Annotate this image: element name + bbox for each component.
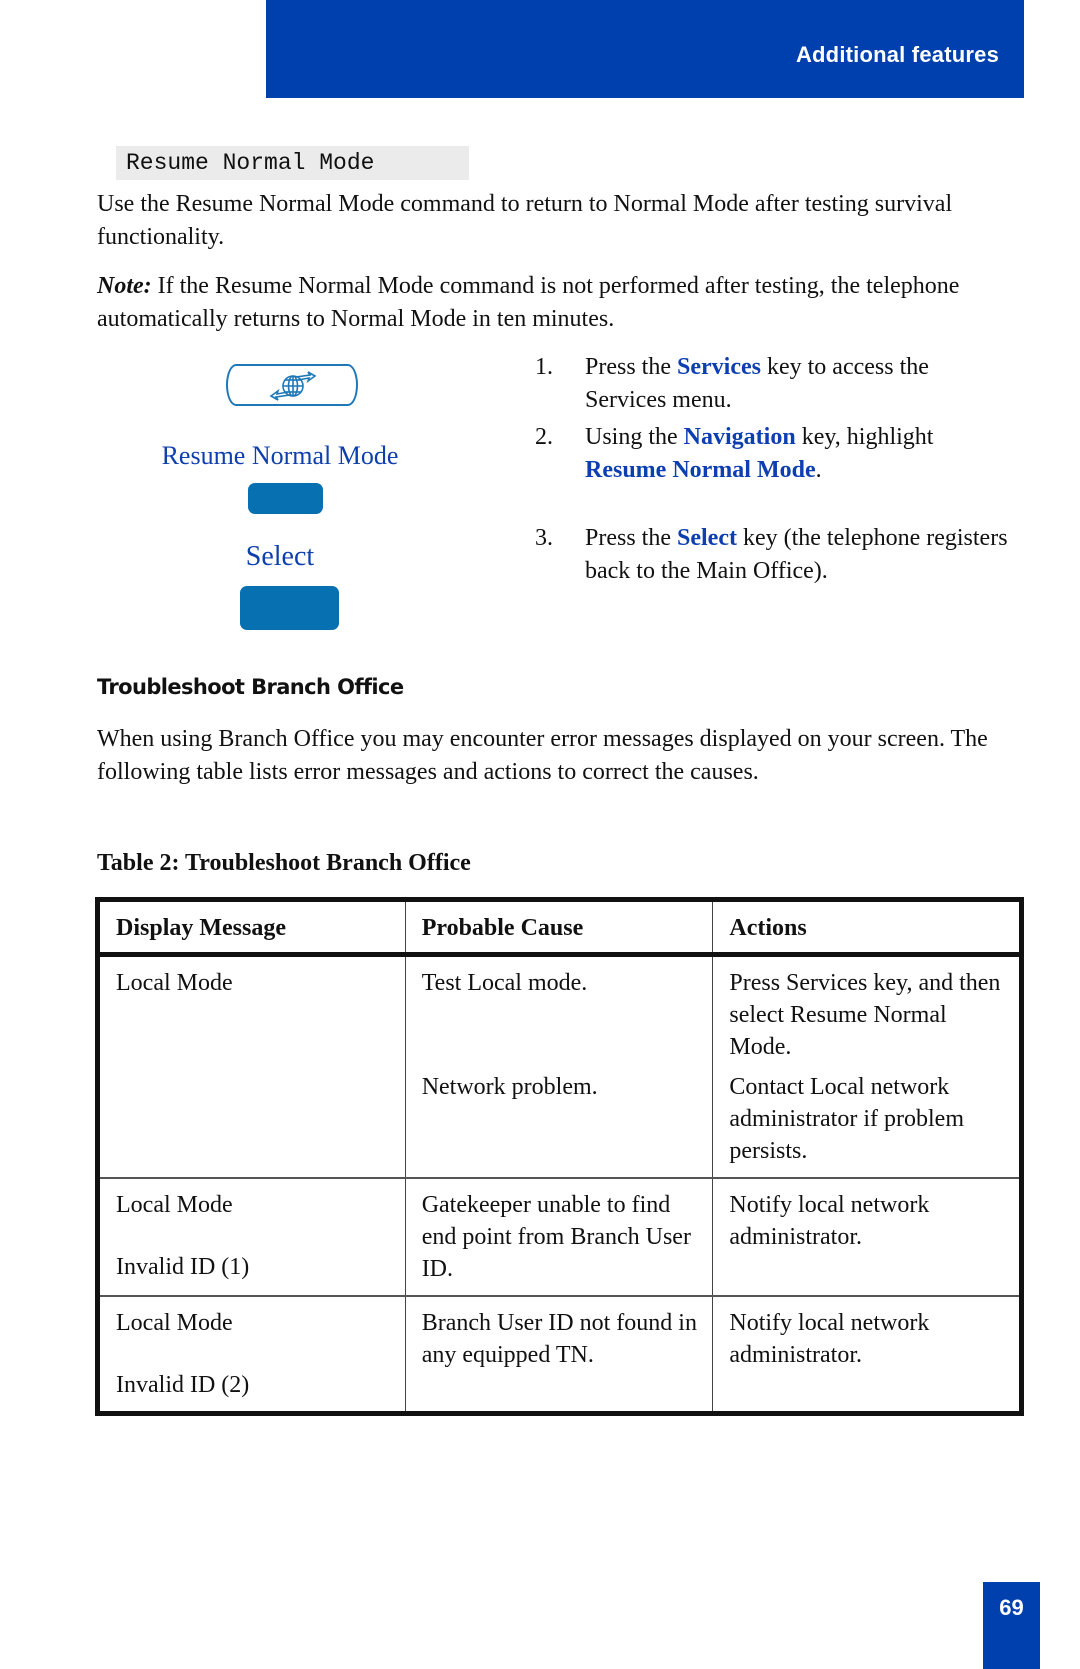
probable-cause: Network problem. [421, 1074, 598, 1100]
display-message: Local Mode [116, 1310, 233, 1336]
command-label: Resume Normal Mode [126, 150, 375, 176]
intro-paragraph: Use the Resume Normal Mode command to re… [97, 191, 953, 250]
command-label-box: Resume Normal Mode [116, 146, 469, 180]
step-text: . [815, 457, 822, 483]
action: Contact Local network administrator if p… [729, 1074, 964, 1164]
step-text: key, highlight [795, 424, 934, 450]
action: Press Services key, and then select Resu… [729, 970, 1001, 1060]
probable-cause-cell: Test Local mode. Network problem. [405, 954, 714, 1179]
column-header: Actions [712, 899, 1022, 957]
display-message-cell: Local Mode Invalid ID (1) [97, 1178, 406, 1297]
troubleshoot-table: Display Message Probable Cause Actions L… [95, 897, 1024, 1416]
section-title: Additional features [795, 42, 999, 67]
services-key-ref: Services [677, 354, 761, 380]
display-message: Local Mode [116, 970, 233, 996]
softkey-resume-normal-mode[interactable] [248, 483, 323, 514]
actions-cell: Notify local network administrator. [712, 1178, 1022, 1297]
resume-normal-mode-ref: Resume Normal Mode [585, 457, 816, 483]
step-text: Press the [585, 354, 677, 380]
note-text: If the Resume Normal Mode command is not… [97, 273, 960, 332]
step-item: 3. Press the Select key (the telephone r… [535, 522, 1015, 588]
steps-list: 1. Press the Services key to access the … [535, 351, 1015, 588]
table-row: Local Mode Test Local mode. Network prob… [97, 954, 1022, 1179]
section-heading: Troubleshoot Branch Office [97, 675, 404, 699]
table-row: Local Mode Invalid ID (2) Branch User ID… [97, 1296, 1022, 1414]
probable-cause: Branch User ID not found in any equipped… [421, 1310, 697, 1368]
softkey-label-select: Select [245, 541, 315, 572]
column-header: Display Message [97, 899, 406, 957]
step-text: Using the [585, 424, 684, 450]
navigation-key-ref: Navigation [683, 424, 796, 450]
header-bar: Additional features [266, 0, 1024, 98]
probable-cause: Gatekeeper unable to find end point from… [421, 1192, 691, 1282]
column-header: Probable Cause [405, 899, 714, 957]
display-message: Local Mode [116, 1192, 233, 1218]
action: Notify local network administrator. [729, 1192, 930, 1250]
step-number: 2. [535, 424, 553, 450]
display-message: Invalid ID (1) [116, 1254, 250, 1280]
softkey-label-resume: Resume Normal Mode [161, 441, 399, 470]
select-key-ref: Select [677, 525, 737, 551]
note-paragraph: Note: If the Resume Normal Mode command … [97, 270, 997, 336]
table-header-row: Display Message Probable Cause Actions [97, 899, 1022, 957]
action: Notify local network administrator. [729, 1310, 930, 1368]
display-message-cell: Local Mode Invalid ID (2) [97, 1296, 406, 1414]
services-key[interactable] [226, 364, 358, 406]
actions-cell: Press Services key, and then select Resu… [712, 954, 1022, 1179]
display-message: Invalid ID (2) [116, 1372, 250, 1398]
display-message-cell: Local Mode [97, 954, 406, 1179]
globe-arrows-icon [269, 371, 317, 401]
step-number: 1. [535, 354, 553, 380]
step-item: 2. Using the Navigation key, highlight R… [535, 421, 1015, 487]
step-item: 1. Press the Services key to access the … [535, 351, 1015, 417]
actions-cell: Notify local network administrator. [713, 1296, 1022, 1414]
note-label: Note: [97, 273, 152, 299]
section-paragraph: When using Branch Office you may encount… [97, 726, 988, 785]
table-caption: Table 2: Troubleshoot Branch Office [97, 850, 471, 876]
table-row: Local Mode Invalid ID (1) Gatekeeper una… [97, 1178, 1022, 1297]
step-number: 3. [535, 525, 553, 551]
probable-cause: Test Local mode. [421, 970, 588, 996]
probable-cause-cell: Gatekeeper unable to find end point from… [405, 1178, 714, 1297]
page-number-box: 69 [983, 1582, 1040, 1669]
step-text: Press the [585, 525, 677, 551]
select-key[interactable] [240, 586, 339, 630]
page-number: 69 [999, 1595, 1024, 1620]
probable-cause-cell: Branch User ID not found in any equipped… [405, 1296, 714, 1414]
